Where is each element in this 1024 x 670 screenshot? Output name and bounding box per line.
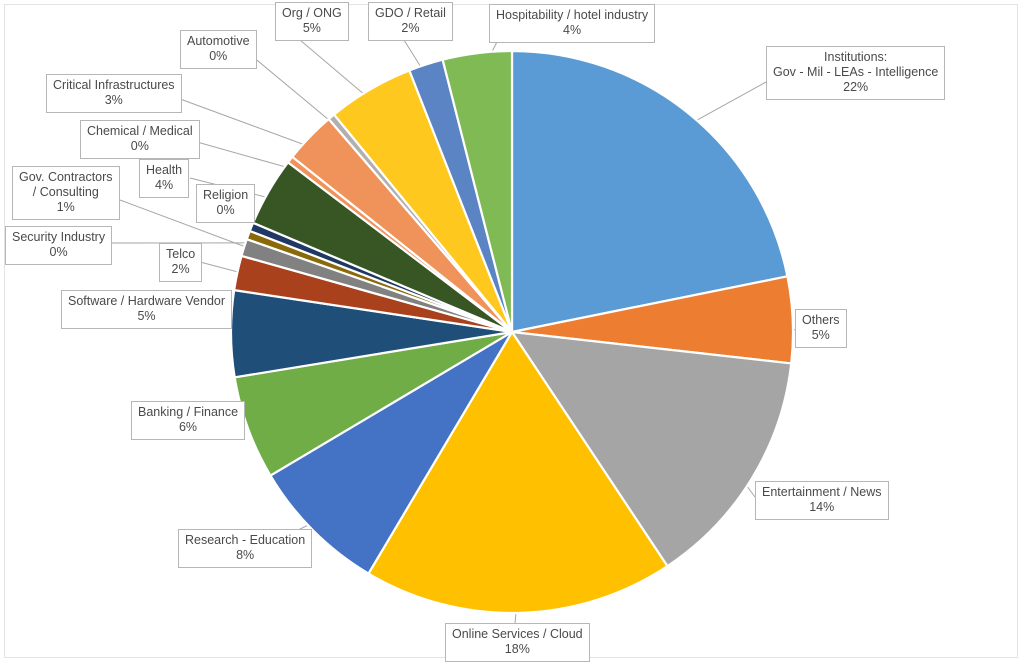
callout-percent: 0% [130, 139, 149, 153]
callout-percent: 5% [811, 328, 830, 342]
callout-security-industry[interactable]: Security Industry 0% [5, 226, 113, 265]
callout-percent: 4% [155, 178, 174, 192]
callout-label-line2: Gov - Mil - LEAs - Intelligence [773, 65, 939, 79]
callout-banking-finance[interactable]: Banking / Finance 6% [131, 401, 246, 440]
callout-percent: 0% [216, 203, 235, 217]
callout-label-line1: Automotive [187, 34, 250, 48]
callout-others[interactable]: Others 5% [795, 309, 847, 348]
callout-research-education[interactable]: Research - Education 8% [178, 529, 313, 568]
callout-label-line1: Research - Education [185, 533, 306, 547]
callout-label-line1: Institutions: [824, 50, 888, 64]
callout-percent: 8% [236, 548, 255, 562]
callout-institutions[interactable]: Institutions: Gov - Mil - LEAs - Intelli… [766, 46, 946, 100]
callout-org-ong[interactable]: Org / ONG 5% [275, 2, 349, 41]
callout-percent: 6% [178, 420, 198, 434]
pie-slices-group [229, 49, 795, 615]
callout-telco[interactable]: Telco 2% [159, 243, 203, 282]
callout-percent: 18% [504, 642, 530, 656]
callout-percent: 2% [401, 21, 420, 35]
callout-gdo-retail[interactable]: GDO / Retail 2% [368, 2, 453, 41]
callout-software-hardware-vendor[interactable]: Software / Hardware Vendor 5% [61, 290, 233, 329]
callout-label-line1: Banking / Finance [138, 405, 239, 419]
callout-percent: 3% [104, 93, 123, 107]
callout-label-line1: Others [802, 313, 840, 327]
callout-percent: 0% [49, 245, 68, 259]
callout-entertainment-news[interactable]: Entertainment / News 14% [755, 481, 889, 520]
callout-label-line1: Software / Hardware Vendor [68, 294, 226, 308]
callout-chemical-medical[interactable]: Chemical / Medical 0% [80, 120, 200, 159]
callout-percent: 0% [209, 49, 228, 63]
callout-percent: 5% [302, 21, 321, 35]
callout-health[interactable]: Health 4% [139, 159, 190, 198]
callout-percent: 22% [843, 80, 869, 94]
callout-label-line1: Security Industry [12, 230, 106, 244]
callout-label-line1: Telco [166, 247, 196, 261]
callout-percent: 14% [809, 500, 835, 514]
callout-percent: 5% [137, 309, 156, 323]
callout-percent: 1% [56, 200, 75, 214]
callout-automotive[interactable]: Automotive 0% [180, 30, 257, 69]
callout-label-line1: Entertainment / News [762, 485, 882, 499]
callout-label-line2: / Consulting [32, 185, 99, 199]
callout-label-line1: Chemical / Medical [87, 124, 193, 138]
callout-label-line1: Online Services / Cloud [452, 627, 583, 641]
callout-label-line1: GDO / Retail [375, 6, 446, 20]
callout-gov-contractors-consulting[interactable]: Gov. Contractors / Consulting 1% [12, 166, 120, 220]
callout-critical-infrastructures[interactable]: Critical Infrastructures 3% [46, 74, 182, 113]
callout-percent: 4% [563, 23, 582, 37]
pie-chart-screenshot: Institutions: Gov - Mil - LEAs - Intelli… [0, 0, 1024, 670]
callout-label-line1: Hospitability / hotel industry [496, 8, 649, 22]
callout-online-services-cloud[interactable]: Online Services / Cloud 18% [445, 623, 590, 662]
callout-label-line1: Critical Infrastructures [53, 78, 175, 92]
callout-label-line1: Health [146, 163, 183, 177]
callout-label-line1: Gov. Contractors [19, 170, 113, 184]
callout-label-line1: Religion [203, 188, 249, 202]
callout-religion[interactable]: Religion 0% [196, 184, 256, 223]
callout-hospitability-hotel-industry[interactable]: Hospitability / hotel industry 4% [489, 4, 656, 43]
callout-label-line1: Org / ONG [282, 6, 342, 20]
callout-percent: 2% [171, 262, 190, 276]
